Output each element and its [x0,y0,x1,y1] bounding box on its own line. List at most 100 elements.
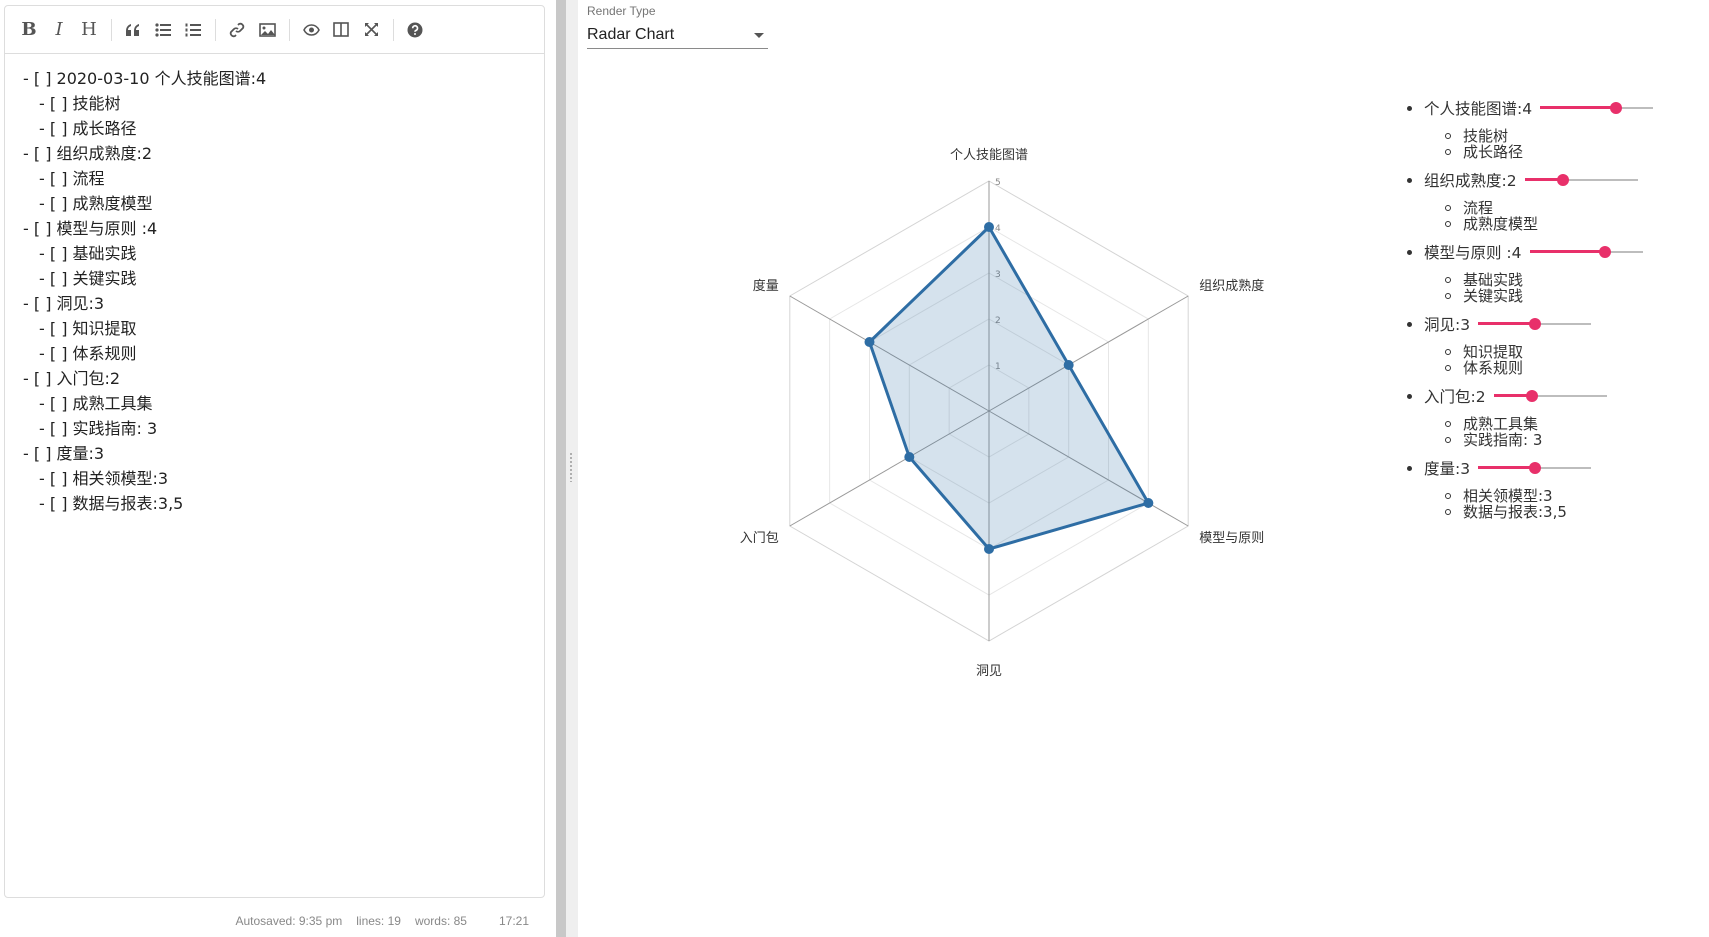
bold-button[interactable]: B [17,18,41,42]
skill-slider[interactable] [1478,460,1592,476]
link-icon [229,22,245,37]
category-label: 洞见 [976,664,1002,679]
skill-row: 模型与原则 :4 [1405,240,1705,264]
slider-fill [1478,322,1536,325]
circle-bullet-icon [1445,205,1451,211]
sub-skill-label: 体系规则 [1463,359,1524,377]
slider-thumb[interactable] [1599,246,1612,258]
pane-splitter[interactable] [556,0,566,937]
slider-thumb[interactable] [1529,318,1542,330]
editor-line: - [ ] 模型与原则 :4 [23,219,158,238]
sub-skill-item: 成长路径 [1445,144,1705,160]
bullet-icon [1407,105,1412,111]
data-point [1143,498,1154,508]
render-type-dropdown[interactable]: Radar Chart [587,22,768,49]
sub-skill-item: 相关领模型:3 [1445,488,1705,504]
slider-thumb[interactable] [1525,390,1538,402]
bold-icon: B [21,19,37,40]
sub-skill-label: 数据与报表:3,5 [1463,503,1567,521]
sub-skill-item: 基础实践 [1445,272,1705,288]
skill-label: 入门包:2 [1424,388,1486,406]
drag-handle-icon[interactable] [569,452,573,482]
sub-skill-label: 知识提取 [1463,343,1524,361]
help-button[interactable] [403,18,427,42]
slider-fill [1478,466,1536,469]
quote-button[interactable] [121,18,145,42]
sub-skill-item: 成熟度模型 [1445,216,1705,232]
sub-skill-list: 基础实践 关键实践 [1445,272,1705,304]
circle-bullet-icon [1445,149,1451,155]
skill-item: 入门包:2 成熟工具集 实践指南: 3 [1405,384,1705,448]
eye-icon [302,23,320,36]
data-point [864,337,875,347]
circle-bullet-icon [1445,349,1451,355]
editor-line: - [ ] 成熟度模型 [39,194,153,213]
skill-label: 组织成熟度:2 [1424,172,1517,190]
skill-slider[interactable] [1540,100,1654,116]
skill-slider[interactable] [1529,244,1643,260]
ordered-list-button[interactable] [181,18,205,42]
slider-fill [1540,106,1617,109]
preview-button[interactable] [299,18,323,42]
toolbar-divider [111,18,112,41]
heading-button[interactable]: H [77,18,101,42]
skill-slider[interactable] [1524,172,1638,188]
render-type-select[interactable]: Render Type Radar Chart [587,4,768,49]
image-button[interactable] [255,18,279,42]
circle-bullet-icon [1445,221,1451,227]
circle-bullet-icon [1445,509,1451,515]
bullet-icon [1407,177,1412,183]
unordered-list-icon [155,22,171,37]
editor-line: - [ ] 2020-03-10 个人技能图谱:4 [23,69,267,88]
render-type-value: Radar Chart [587,26,675,43]
data-point [1063,360,1074,370]
italic-button[interactable]: I [47,18,71,42]
sub-skill-item: 体系规则 [1445,360,1705,376]
slider-thumb[interactable] [1529,462,1542,474]
category-label: 模型与原则 [1199,531,1264,546]
quote-icon [126,23,139,36]
skill-slider[interactable] [1478,316,1592,332]
sub-skill-item: 成熟工具集 [1445,416,1705,432]
sub-skill-label: 流程 [1463,199,1494,217]
sub-skill-label: 关键实践 [1463,287,1524,305]
skill-label: 个人技能图谱:4 [1424,100,1533,118]
sub-skill-label: 技能树 [1463,127,1509,145]
circle-bullet-icon [1445,365,1451,371]
sub-skill-item: 数据与报表:3,5 [1445,504,1705,520]
bullet-icon [1407,465,1412,471]
bullet-icon [1407,393,1412,399]
data-point [984,544,994,554]
bullet-icon [1407,321,1412,327]
data-point [904,452,915,462]
sub-skill-label: 基础实践 [1463,271,1524,289]
markdown-editor[interactable]: B I H - [ ] 2020-03-10 个人技能图谱:4 - [] 技能… [4,5,545,898]
link-button[interactable] [225,18,249,42]
image-icon [258,22,276,37]
circle-bullet-icon [1445,493,1451,499]
slider-thumb[interactable] [1556,174,1569,186]
skill-item: 个人技能图谱:4 技能树 成长路径 [1405,96,1705,160]
sub-skill-item: 流程 [1445,200,1705,216]
fullscreen-button[interactable] [359,18,383,42]
slider-thumb[interactable] [1610,102,1623,114]
sub-skill-list: 技能树 成长路径 [1445,128,1705,160]
skill-slider[interactable] [1493,388,1607,404]
editor-line: - [ ] 基础实践 [39,244,137,263]
ordered-list-icon [185,23,201,36]
skill-label: 度量:3 [1424,460,1471,478]
sub-skill-item: 技能树 [1445,128,1705,144]
toolbar-divider [393,18,394,41]
side-by-side-button[interactable] [329,18,353,42]
sub-skill-list: 相关领模型:3 数据与报表:3,5 [1445,488,1705,520]
circle-bullet-icon [1445,133,1451,139]
editor-content[interactable]: - [ ] 2020-03-10 个人技能图谱:4 - [ ] 技能树 - [ ] … [5,54,544,516]
unordered-list-button[interactable] [151,18,175,42]
skill-row: 度量:3 [1405,456,1705,480]
line-count: lines: 19 [356,914,401,928]
skill-item: 模型与原则 :4 基础实践 关键实践 [1405,240,1705,304]
skill-item: 度量:3 相关领模型:3 数据与报表:3,5 [1405,456,1705,520]
data-point [984,222,994,232]
editor-line: - [ ] 数据与报表:3,5 [39,494,184,513]
skill-row: 组织成熟度:2 [1405,168,1705,192]
